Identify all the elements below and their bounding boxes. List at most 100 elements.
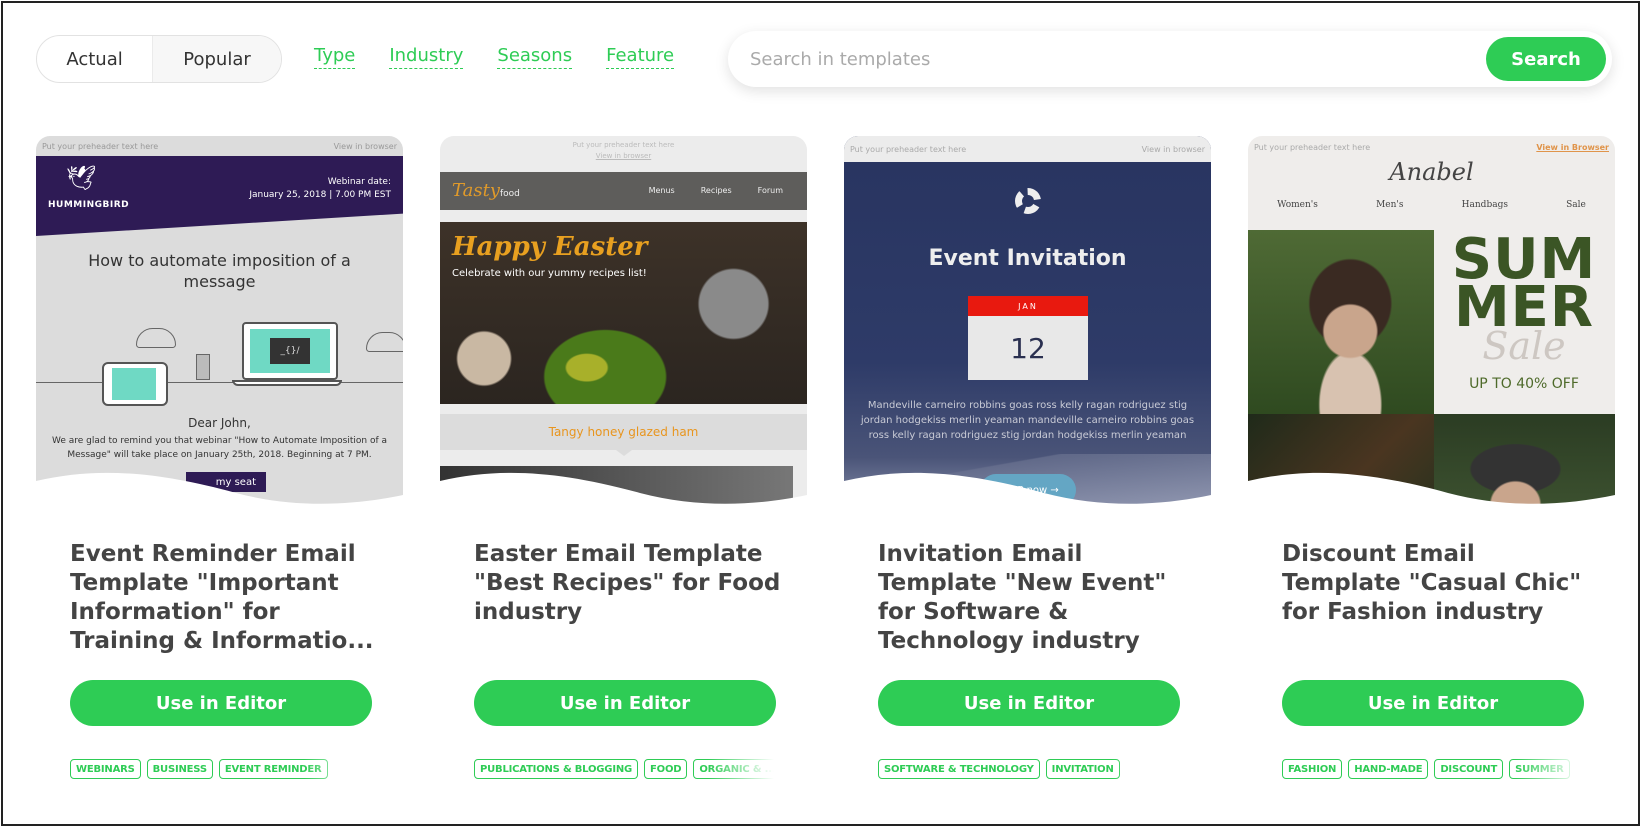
nav-link: Forum [757, 186, 783, 195]
webinar-date: Webinar date: January 25, 2018 | 7.00 PM… [249, 176, 391, 202]
card-title[interactable]: Discount Email Template "Casual Chic" fo… [1282, 540, 1592, 654]
caret-down-icon [616, 450, 632, 456]
tablet-illustration-icon [102, 362, 168, 406]
cloud-icon [136, 328, 176, 348]
use-in-editor-button[interactable]: Use in Editor [878, 680, 1180, 726]
nav-link: Menus [648, 186, 675, 195]
preheader-text: Put your preheader text here [1254, 142, 1371, 152]
view-in-browser-link: View in browser [1141, 144, 1205, 154]
laptop-illustration-icon: _{}/ [242, 322, 338, 380]
tab-actual[interactable]: Actual [37, 36, 152, 82]
promo-headline: SUM MER [1451, 227, 1597, 340]
tag[interactable]: SOFTWARE & TECHNOLOGY [878, 759, 1040, 779]
nav-link: Men's [1376, 200, 1404, 210]
use-in-editor-button[interactable]: Use in Editor [1282, 680, 1584, 726]
template-preview[interactable]: Put your preheader text here View in Bro… [1248, 136, 1615, 514]
promo-offer: UP TO 40% OFF [1469, 376, 1579, 392]
filter-industry[interactable]: Industry [389, 44, 464, 69]
tag[interactable]: EVENT REMINDER [218, 759, 328, 779]
preview-body: Mandeville carneiro robbins goas ross ke… [860, 400, 1195, 441]
tag[interactable]: WEBINARS [70, 759, 141, 779]
filter-feature[interactable]: Feature [606, 44, 675, 69]
webinar-date-value: January 25, 2018 | 7.00 PM EST [249, 190, 391, 200]
promo-script: Sale [1482, 324, 1566, 368]
preheader-row: Put your preheader text here View in bro… [440, 140, 807, 162]
template-card: Put your preheader text here View in Bro… [1248, 136, 1615, 779]
nav-link: Sale [1566, 200, 1586, 210]
view-in-browser-link: View in browser [595, 152, 652, 160]
view-in-browser-link: View in browser [333, 141, 397, 151]
use-in-editor-button[interactable]: Use in Editor [70, 680, 372, 726]
hero-subtitle: Celebrate with our yummy recipes list! [452, 268, 647, 279]
wave-divider [36, 472, 403, 514]
nav-link: Recipes [700, 186, 732, 195]
tag-list: PUBLICATIONS & BLOGGING FOOD ORGANIC & .… [474, 759, 774, 781]
card-title[interactable]: Event Reminder Email Template "Important… [70, 540, 380, 654]
wave-divider [844, 472, 1211, 514]
calendar-icon: JAN 12 [968, 296, 1088, 380]
tab-popular[interactable]: Popular [152, 36, 281, 82]
tag[interactable]: BUSINESS [146, 759, 213, 779]
greeting: Dear John, [188, 416, 251, 430]
template-preview[interactable]: Put your preheader text here View in bro… [440, 136, 807, 514]
bird-logo-icon: 🕊 [66, 164, 97, 192]
search-input[interactable] [750, 45, 1450, 73]
tag[interactable]: SUMMER [1509, 759, 1570, 779]
view-in-browser-link: View in Browser [1536, 142, 1609, 152]
card-title[interactable]: Invitation Email Template "New Event" fo… [878, 540, 1188, 654]
filter-type[interactable]: Type [314, 44, 356, 69]
tag[interactable]: PUBLICATIONS & BLOGGING [474, 759, 639, 779]
tag[interactable]: ORGANIC & ... [693, 759, 774, 779]
tag[interactable]: HAND-MADE [1348, 759, 1429, 779]
sort-toggle: Actual Popular [36, 35, 282, 83]
preheader-text: Put your preheader text here [850, 144, 967, 154]
brand-name: HUMMINGBIRD [48, 200, 130, 210]
event-title: Event Invitation [928, 246, 1127, 271]
preheader-text: Put your preheader text here [42, 141, 159, 151]
filter-links: Type Industry Seasons Feature [314, 44, 675, 69]
toolbar: Actual Popular Type Industry Seasons Fea… [36, 31, 1612, 87]
template-grid: Put your preheader text here View in bro… [36, 136, 1616, 779]
template-preview[interactable]: Put your preheader text here View in bro… [36, 136, 403, 514]
preheader-row: Put your preheader text here View in Bro… [1248, 136, 1615, 158]
pencil-cup-icon [196, 354, 210, 380]
tag-list: SOFTWARE & TECHNOLOGY INVITATION [878, 759, 1178, 781]
calendar-day: 12 [1010, 331, 1046, 365]
preview-nav: Tastyfood Menus Recipes Forum [440, 172, 807, 210]
preheader-text: Put your preheader text here [572, 141, 675, 149]
preheader-row: Put your preheader text here View in bro… [36, 136, 403, 156]
search-bar: Search [728, 31, 1612, 87]
tag[interactable]: FOOD [644, 759, 688, 779]
tag-list: FASHION HAND-MADE DISCOUNT SUMMER [1282, 759, 1582, 781]
calendar-month: JAN [968, 296, 1088, 316]
model-photo [1248, 230, 1434, 414]
template-card: Put your preheader text here View in bro… [440, 136, 807, 779]
webinar-label: Webinar date: [327, 177, 391, 187]
brand-name: Anabel [1389, 158, 1474, 186]
wave-divider [440, 472, 807, 514]
template-card: Put your preheader text here View in bro… [844, 136, 1211, 779]
tag-list: WEBINARS BUSINESS EVENT REMINDER [70, 759, 370, 781]
tag[interactable]: INVITATION [1045, 759, 1120, 779]
preview-nav-links: Women's Men's Handbags Sale [1248, 200, 1615, 210]
use-in-editor-button[interactable]: Use in Editor [474, 680, 776, 726]
nav-link: Handbags [1461, 200, 1508, 210]
section-title: Tangy honey glazed ham [440, 414, 807, 450]
template-card: Put your preheader text here View in bro… [36, 136, 403, 779]
tag[interactable]: DISCOUNT [1434, 759, 1504, 779]
tag[interactable]: FASHION [1282, 759, 1343, 779]
code-glyph: _{}/ [270, 338, 310, 364]
laptop-base [232, 380, 342, 386]
cloud-icon [366, 332, 403, 352]
card-title[interactable]: Easter Email Template "Best Recipes" for… [474, 540, 784, 654]
logo-word: food [499, 189, 520, 199]
preview-nav-links: Menus Recipes Forum [649, 186, 783, 195]
preview-body: We are glad to remind you that webinar "… [52, 436, 388, 460]
search-button[interactable]: Search [1486, 37, 1606, 81]
nav-link: Women's [1277, 200, 1318, 210]
filter-seasons[interactable]: Seasons [497, 44, 573, 69]
template-preview[interactable]: Put your preheader text here View in bro… [844, 136, 1211, 514]
hero-title: Happy Easter [452, 232, 648, 262]
logo-script: Tasty [452, 180, 500, 201]
desk-line [36, 382, 403, 383]
